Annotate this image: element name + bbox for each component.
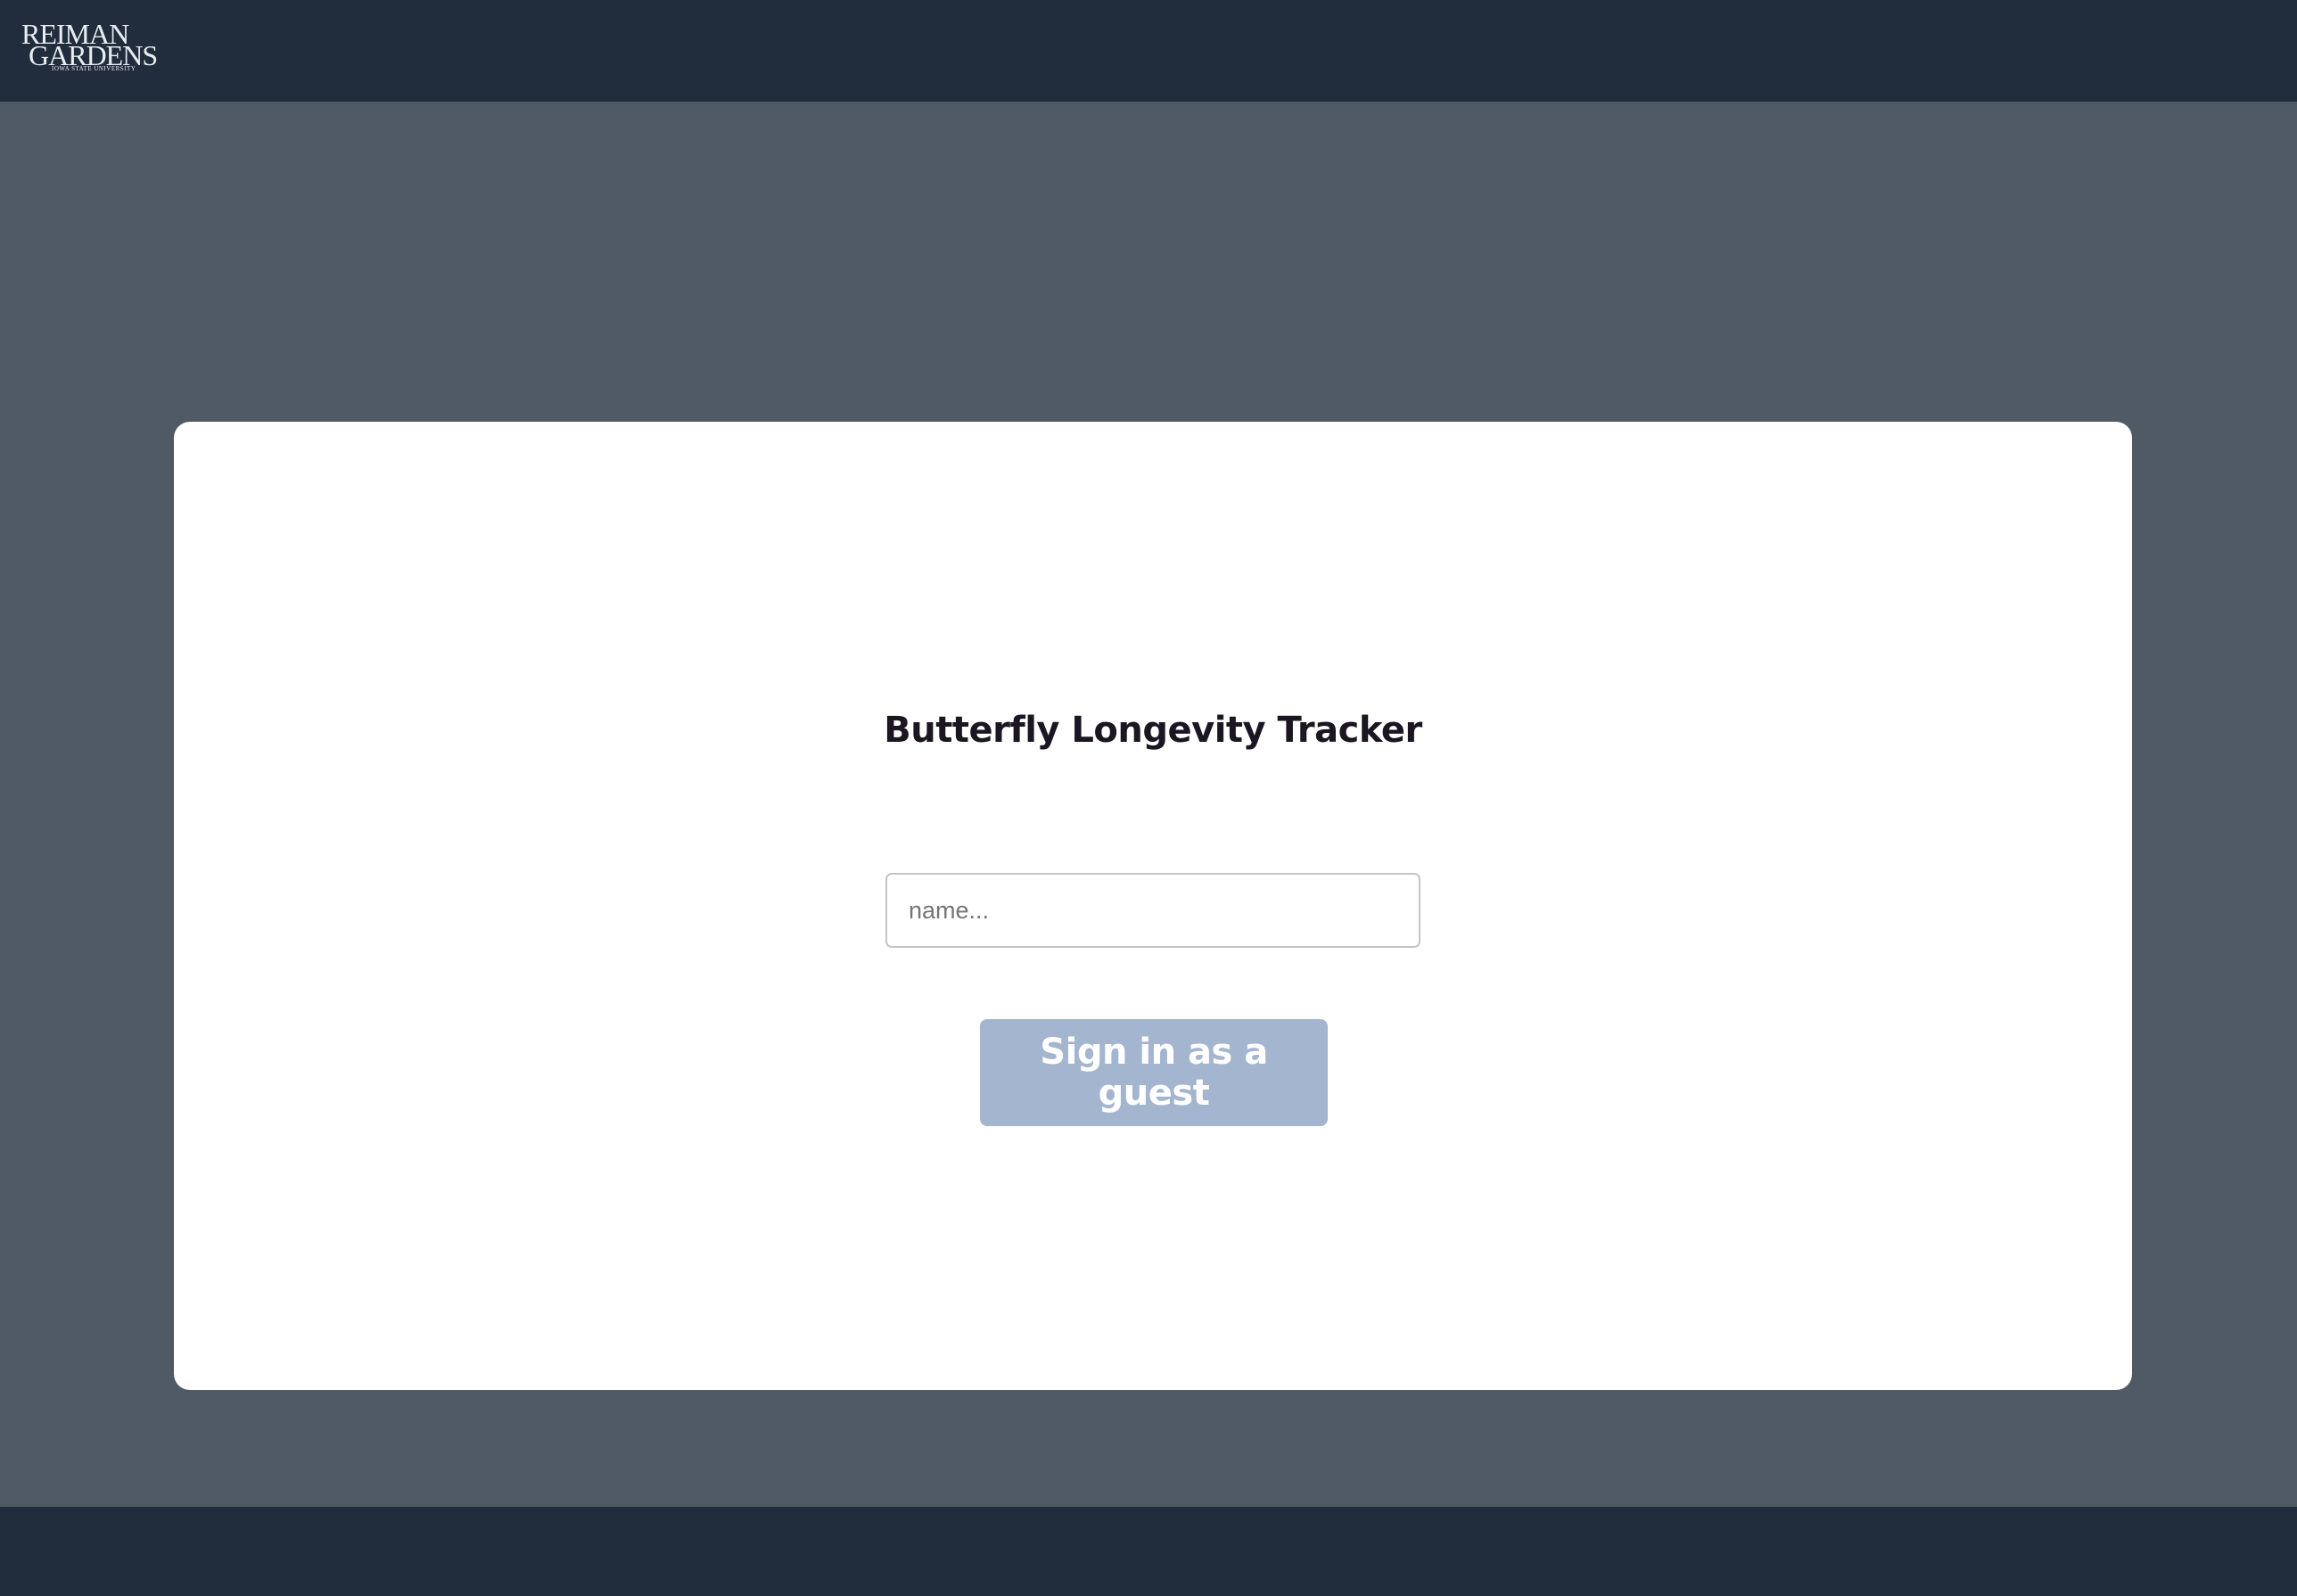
footer-bar — [0, 1507, 2297, 1596]
main-content: Butterfly Longevity Tracker Sign in as a… — [0, 102, 2297, 1507]
logo-subtitle: IOWA STATE UNIVERSITY — [52, 65, 136, 72]
reiman-gardens-logo[interactable]: REIMAN GARDENS IOWA STATE UNIVERSITY — [21, 20, 158, 75]
sign-in-guest-button[interactable]: Sign in as a guest — [980, 1019, 1328, 1126]
page-title: Butterfly Longevity Tracker — [884, 709, 1422, 751]
top-navbar: REIMAN GARDENS IOWA STATE UNIVERSITY — [0, 0, 2297, 102]
name-input[interactable] — [885, 873, 1420, 948]
login-card: Butterfly Longevity Tracker Sign in as a… — [174, 422, 2132, 1390]
